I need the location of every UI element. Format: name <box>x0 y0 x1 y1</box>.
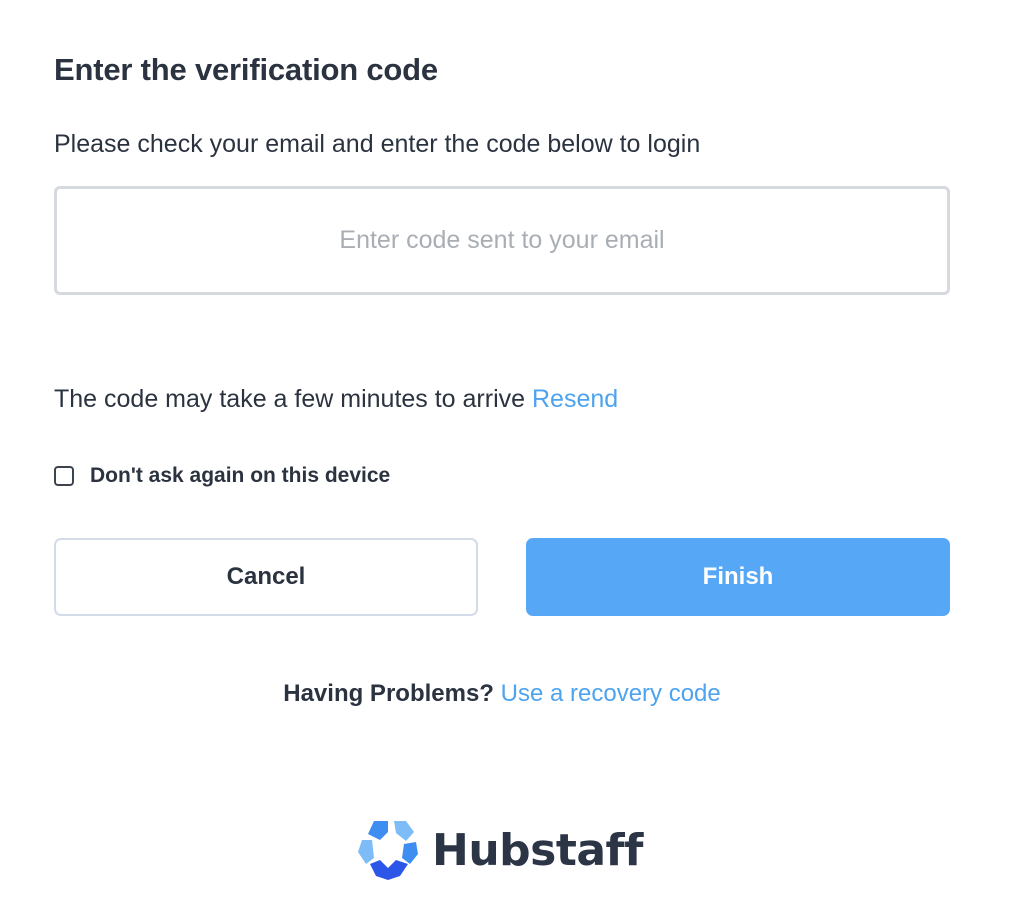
resend-link[interactable]: Resend <box>532 385 618 413</box>
instruction-text: Please check your email and enter the co… <box>54 130 701 158</box>
code-arrival-hint: The code may take a few minutes to arriv… <box>54 385 618 414</box>
finish-button[interactable]: Finish <box>526 538 950 616</box>
brand-logo: Hubstaff <box>356 818 643 882</box>
hubstaff-logo-icon <box>358 821 418 880</box>
code-input-container[interactable] <box>54 186 950 295</box>
verification-code-input[interactable] <box>57 189 947 292</box>
help-row: Having Problems? Use a recovery code <box>0 680 1004 708</box>
remember-device-row[interactable]: Don't ask again on this device <box>54 464 390 488</box>
page-title: Enter the verification code <box>54 52 438 87</box>
having-problems-label: Having Problems? <box>283 680 494 707</box>
remember-device-label: Don't ask again on this device <box>90 464 391 487</box>
code-arrival-text: The code may take a few minutes to arriv… <box>54 385 526 413</box>
recovery-code-link[interactable]: Use a recovery code <box>501 680 721 707</box>
remember-device-checkbox[interactable] <box>54 466 74 486</box>
cancel-button[interactable]: Cancel <box>54 538 478 616</box>
brand-name: Hubstaff <box>432 824 643 876</box>
